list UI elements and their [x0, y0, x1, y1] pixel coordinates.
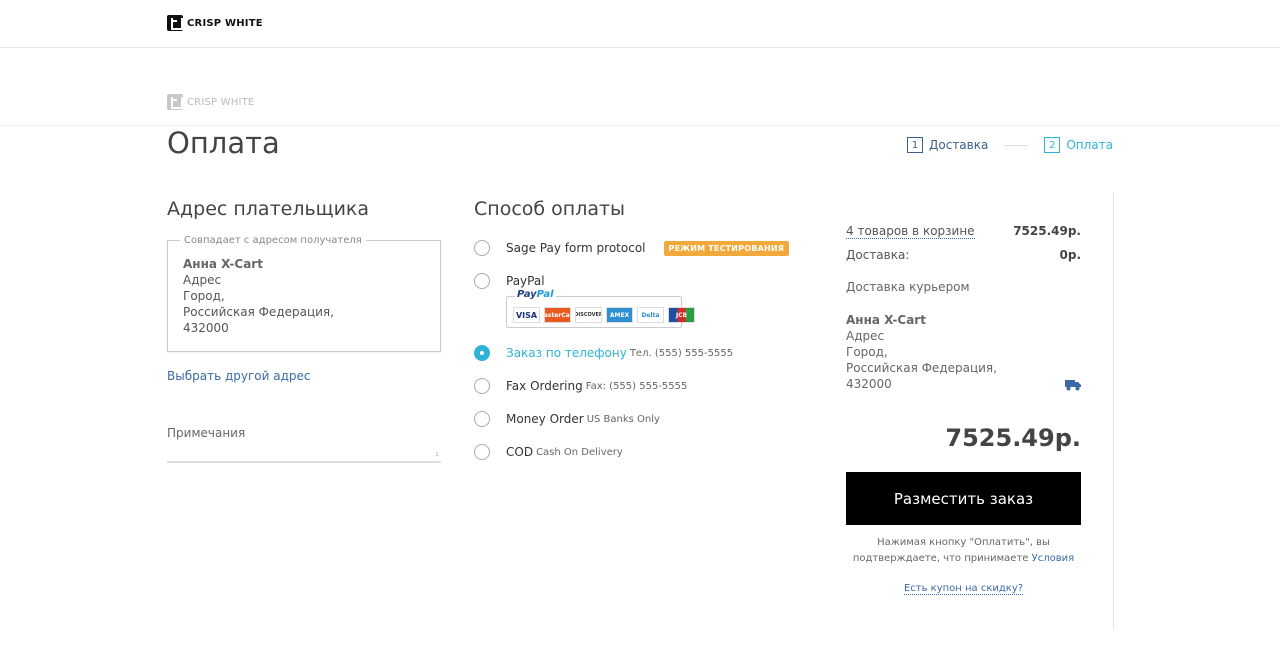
- store-name-faded: CRISP WHITE: [187, 96, 255, 108]
- store-logo[interactable]: CRISP WHITE: [167, 15, 263, 31]
- billing-address-box: Совпадает с адресом получателя Анна X-Ca…: [167, 235, 441, 352]
- mastercard-icon: MasterCard: [544, 307, 571, 323]
- payment-option-cod[interactable]: COD Cash On Delivery: [474, 444, 623, 460]
- payment-name: PayPal: [506, 274, 545, 288]
- payment-note: US Banks Only: [586, 413, 660, 425]
- coupon-link[interactable]: Есть купон на скидку?: [903, 583, 1024, 595]
- payment-name: Заказ по телефону: [506, 346, 627, 360]
- shipping-address: Анна X-Cart Адрес Город, Российская Феде…: [846, 312, 997, 392]
- payment-note: Fax: (555) 555-5555: [585, 380, 688, 392]
- ship-line: 432000: [846, 377, 892, 391]
- payment-option-fax[interactable]: Fax Ordering Fax: (555) 555-5555: [474, 378, 687, 394]
- payment-name: COD: [506, 445, 534, 459]
- paypal-logo-part: Pal: [536, 289, 554, 300]
- visa-icon: VISA: [513, 307, 540, 323]
- terms-notice: Нажимая кнопку "Оплатить", вы подтвержда…: [846, 535, 1081, 567]
- shipping-label: Доставка:: [846, 248, 910, 262]
- payment-note: Тел. (555) 555-5555: [629, 347, 734, 359]
- radio-button[interactable]: [474, 273, 490, 289]
- radio-button[interactable]: [474, 240, 490, 256]
- billing-address: Анна X-Cart Адрес Город, Российская Феде…: [183, 256, 334, 336]
- store-logo-icon: [167, 15, 183, 31]
- ship-name: Анна X-Cart: [846, 313, 926, 327]
- paypal-card-logos: PayPal VISA MasterCard DISCOVER AMEX Del…: [506, 289, 695, 328]
- step-number: 2: [1044, 137, 1061, 153]
- notes-textarea[interactable]: ⠰: [167, 446, 441, 463]
- notes-label: Примечания: [167, 426, 246, 440]
- ship-line: Российская Федерация,: [846, 361, 997, 375]
- page-title: Оплата: [167, 126, 280, 160]
- subtotal-value: 7525.49р.: [1013, 224, 1081, 238]
- checkout-steps: 1 Доставка 2 Оплата: [907, 137, 1113, 153]
- amex-icon: AMEX: [606, 307, 633, 323]
- payment-option-sagepay[interactable]: Sage Pay form protocol РЕЖИМ ТЕСТИРОВАНИ…: [474, 240, 790, 256]
- card-icons: VISA MasterCard DISCOVER AMEX Delta JCB: [513, 307, 695, 323]
- radio-button-selected[interactable]: [474, 345, 490, 361]
- paypal-logo-part: Pay: [517, 289, 537, 300]
- payment-name: Money Order: [506, 412, 584, 426]
- cart-items-link[interactable]: 4 товаров в корзине: [846, 224, 975, 239]
- jcb-icon: JCB: [668, 307, 695, 323]
- resize-grip-icon[interactable]: ⠰: [432, 451, 439, 460]
- payment-name: Fax Ordering: [506, 379, 583, 393]
- store-logo-icon: [167, 94, 183, 110]
- test-mode-badge: РЕЖИМ ТЕСТИРОВАНИЯ: [663, 240, 790, 256]
- payment-option-money-order[interactable]: Money Order US Banks Only: [474, 411, 660, 427]
- billing-name: Анна X-Cart: [183, 257, 263, 271]
- store-logo-faded: CRISP WHITE: [167, 94, 254, 110]
- payment-name: Sage Pay form protocol: [506, 241, 646, 255]
- truck-icon: [1065, 380, 1081, 391]
- discover-icon: DISCOVER: [575, 307, 602, 323]
- ship-line: Город,: [846, 345, 888, 359]
- radio-button[interactable]: [474, 378, 490, 394]
- step-label: Доставка: [929, 138, 989, 152]
- step-payment: 2 Оплата: [1044, 137, 1113, 153]
- order-total: 7525.49р.: [945, 424, 1081, 452]
- coupon-link-wrap: Есть купон на скидку?: [846, 583, 1081, 595]
- radio-button[interactable]: [474, 411, 490, 427]
- store-name: CRISP WHITE: [187, 17, 263, 29]
- terms-link[interactable]: Условия: [1032, 553, 1075, 564]
- same-as-shipping-label: Совпадает с адресом получателя: [180, 235, 366, 246]
- payment-option-paypal[interactable]: PayPal: [474, 273, 545, 289]
- paypal-logo: PayPal: [515, 289, 556, 300]
- change-address-link[interactable]: Выбрать другой адрес: [167, 369, 310, 383]
- shipping-method: Доставка курьером: [846, 280, 970, 294]
- payment-option-phone[interactable]: Заказ по телефону Тел. (555) 555-5555: [474, 345, 733, 361]
- terms-text: Нажимая кнопку "Оплатить", вы подтвержда…: [852, 537, 1050, 564]
- step-number: 1: [907, 137, 923, 153]
- shipping-value: 0р.: [1059, 248, 1082, 262]
- step-shipping[interactable]: 1 Доставка: [907, 137, 988, 153]
- step-separator: [1004, 144, 1029, 146]
- billing-line: 432000: [183, 321, 229, 335]
- billing-line: Российская Федерация,: [183, 305, 334, 319]
- payment-title: Способ оплаты: [474, 198, 626, 220]
- ship-line: Адрес: [846, 329, 885, 343]
- sidebar-divider: [1113, 192, 1114, 630]
- billing-title: Адрес плательщика: [167, 198, 370, 220]
- shipping-row: Доставка: 0р.: [846, 248, 1081, 262]
- delta-icon: Delta: [637, 307, 664, 323]
- billing-line: Город,: [183, 289, 225, 303]
- payment-note: Cash On Delivery: [536, 446, 623, 458]
- step-label: Оплата: [1066, 138, 1114, 152]
- place-order-button[interactable]: Разместить заказ: [846, 472, 1081, 525]
- top-bar: CRISP WHITE: [0, 0, 1280, 48]
- cart-summary-row: 4 товаров в корзине 7525.49р.: [846, 224, 1081, 239]
- radio-button[interactable]: [474, 444, 490, 460]
- billing-line: Адрес: [183, 273, 222, 287]
